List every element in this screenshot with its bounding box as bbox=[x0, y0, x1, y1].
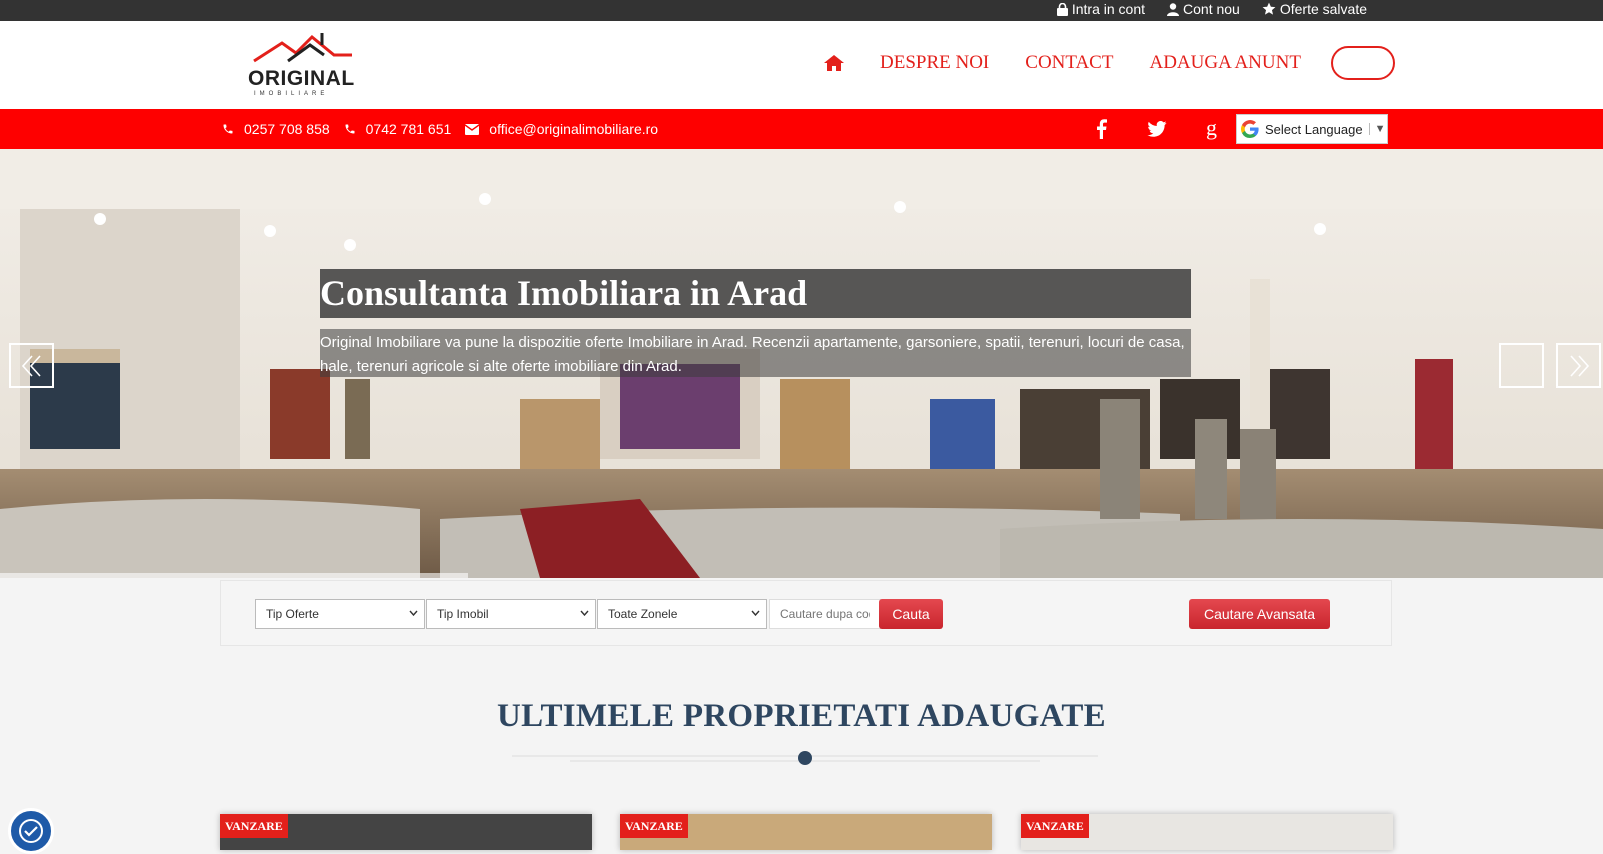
search-button[interactable]: Cauta bbox=[879, 599, 943, 629]
phone-icon bbox=[345, 124, 355, 134]
saved-offers-link[interactable]: Oferte salvate bbox=[1262, 1, 1367, 17]
search-code-input[interactable] bbox=[769, 599, 881, 629]
phone-icon bbox=[223, 124, 233, 134]
lock-icon bbox=[1056, 2, 1068, 16]
logo-wordmark: ORIGINAL bbox=[248, 67, 355, 90]
slider-progress-bar bbox=[0, 573, 468, 578]
star-icon bbox=[1262, 2, 1276, 15]
hero-description: Original Imobiliare va pune la dispoziti… bbox=[320, 334, 1185, 375]
logo-subtitle: IMOBILIARE bbox=[254, 91, 329, 97]
envelope-icon bbox=[465, 123, 480, 135]
zones-value: Toate Zonele bbox=[608, 607, 678, 621]
property-type-value: Tip Imobil bbox=[437, 607, 489, 621]
facebook-icon bbox=[1096, 119, 1107, 139]
register-label: Cont nou bbox=[1183, 1, 1240, 17]
phone-2[interactable]: 0742 781 651 bbox=[344, 121, 452, 137]
slider-prev-button[interactable] bbox=[9, 343, 54, 388]
section-title: ULTIMELE PROPRIETATI ADAUGATE bbox=[497, 698, 1106, 734]
dropdown-arrow-icon: ▼ bbox=[1368, 123, 1385, 135]
advanced-search-button[interactable]: Cautare Avansata bbox=[1189, 599, 1330, 629]
login-link[interactable]: Intra in cont bbox=[1056, 1, 1146, 17]
offer-type-value: Tip Oferte bbox=[266, 607, 319, 621]
phone-1-number: 0257 708 858 bbox=[244, 121, 330, 137]
google-plus-icon: g bbox=[1206, 118, 1217, 140]
email-contact[interactable]: office@originalimobiliare.ro bbox=[465, 121, 658, 137]
double-chevron-left-icon bbox=[21, 354, 41, 377]
social-links: g bbox=[1090, 118, 1224, 140]
language-selector[interactable]: Select Language ▼ bbox=[1236, 114, 1388, 144]
logo[interactable]: ORIGINAL IMOBILIARE bbox=[248, 31, 360, 101]
twitter-icon bbox=[1147, 121, 1167, 137]
property-card-1[interactable]: VANZARE bbox=[220, 814, 592, 850]
chevron-down-icon bbox=[580, 610, 589, 616]
section-divider bbox=[512, 751, 1098, 765]
language-label: Select Language bbox=[1265, 121, 1363, 137]
svg-text:g: g bbox=[1206, 118, 1217, 140]
hero-slider: Consultanta Imobiliara in Arad Original … bbox=[0, 149, 1603, 578]
sale-badge: VANZARE bbox=[220, 814, 288, 838]
offer-type-select[interactable]: Tip Oferte bbox=[255, 599, 425, 629]
nav-about[interactable]: DESPRE NOI bbox=[880, 43, 989, 83]
sale-badge: VANZARE bbox=[1021, 814, 1089, 838]
slider-pause-button[interactable] bbox=[1499, 343, 1544, 388]
twitter-link[interactable] bbox=[1146, 118, 1168, 140]
google-g-icon bbox=[1241, 120, 1259, 138]
property-type-select[interactable]: Tip Imobil bbox=[426, 599, 596, 629]
email-address: office@originalimobiliare.ro bbox=[489, 121, 659, 137]
double-chevron-right-icon bbox=[1569, 354, 1589, 377]
login-label: Intra in cont bbox=[1071, 1, 1146, 17]
slider-next-button[interactable] bbox=[1556, 343, 1601, 388]
home-icon bbox=[824, 55, 844, 71]
chevron-down-icon bbox=[751, 610, 760, 616]
chevron-down-icon bbox=[409, 610, 418, 616]
account-links: Intra in cont Cont nou Oferte salvate bbox=[1056, 1, 1367, 17]
accessibility-icon bbox=[19, 819, 43, 843]
home-link[interactable] bbox=[824, 43, 844, 83]
contact-info: 0257 708 858 0742 781 651 office@origina… bbox=[222, 121, 672, 137]
user-icon bbox=[1167, 2, 1180, 16]
zones-select[interactable]: Toate Zonele bbox=[597, 599, 767, 629]
saved-offers-label: Oferte salvate bbox=[1279, 1, 1367, 17]
nav-add-listing[interactable]: ADAUGA ANUNT bbox=[1149, 43, 1300, 83]
property-card-2[interactable]: VANZARE bbox=[620, 814, 992, 850]
phone-2-number: 0742 781 651 bbox=[365, 121, 452, 137]
facebook-link[interactable] bbox=[1090, 118, 1112, 140]
google-plus-link[interactable]: g bbox=[1202, 118, 1224, 140]
contact-bar: 0257 708 858 0742 781 651 office@origina… bbox=[0, 109, 1603, 149]
top-bar: Intra in cont Cont nou Oferte salvate bbox=[0, 0, 1603, 21]
header: ORIGINAL IMOBILIARE DESPRE NOI CONTACT A… bbox=[0, 21, 1603, 109]
nav-contact[interactable]: CONTACT bbox=[1025, 43, 1113, 83]
search-panel: Tip Oferte Tip Imobil Toate Zonele Cauta… bbox=[220, 580, 1392, 646]
nav-pill-button[interactable] bbox=[1330, 46, 1395, 80]
roof-logo-icon bbox=[253, 33, 352, 63]
phone-1[interactable]: 0257 708 858 bbox=[222, 121, 330, 137]
sale-badge: VANZARE bbox=[620, 814, 688, 838]
register-link[interactable]: Cont nou bbox=[1167, 1, 1240, 17]
property-card-3[interactable]: VANZARE bbox=[1021, 814, 1393, 850]
hero-title: Consultanta Imobiliara in Arad bbox=[320, 273, 808, 313]
accessibility-widget-button[interactable] bbox=[8, 808, 54, 854]
main-nav: DESPRE NOI CONTACT ADAUGA ANUNT bbox=[824, 43, 1395, 83]
